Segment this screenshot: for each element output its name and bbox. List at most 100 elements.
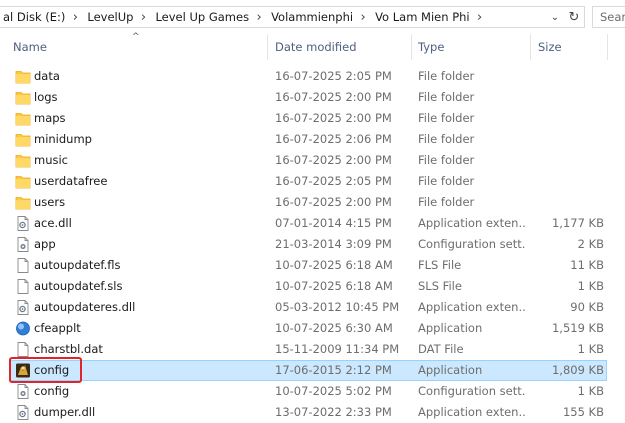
file-size: 1 KB: [577, 342, 604, 356]
file-row[interactable]: users 16-07-2025 2:00 PM File folder: [0, 192, 625, 213]
file-row[interactable]: dumper.dll 13-07-2022 2:33 PM Application …: [0, 402, 625, 423]
file-type: Application: [418, 363, 483, 377]
file-name: users: [34, 195, 66, 209]
file-row[interactable]: maps 16-07-2025 2:00 PM File folder: [0, 108, 625, 129]
file-type: Application exten...: [418, 216, 525, 230]
file-type: Application: [418, 321, 483, 335]
file-name: ace.dll: [34, 216, 72, 230]
refresh-icon[interactable]: ↻: [564, 7, 584, 27]
file-type: File folder: [418, 90, 475, 104]
breadcrumb-separator-icon[interactable]: ›: [251, 10, 267, 25]
file-date-modified: 16-07-2025 2:06 PM: [275, 132, 392, 146]
file-date-modified: 16-07-2025 2:00 PM: [275, 111, 392, 125]
config-file-icon: [15, 383, 31, 400]
column-divider[interactable]: [530, 34, 531, 60]
breadcrumb-volammienphi[interactable]: Volammienphi: [267, 10, 355, 24]
file-row-selected[interactable]: config 17-06-2015 2:12 PM Application 1,809…: [0, 360, 625, 381]
file-date-modified: 16-07-2025 2:00 PM: [275, 195, 392, 209]
address-bar-row: al Disk (E:) › LevelUp › Level Up Games …: [0, 0, 625, 34]
file-row[interactable]: ace.dll 07-01-2014 4:15 PM Application ext…: [0, 213, 625, 234]
column-header-date[interactable]: Date modified: [275, 34, 357, 60]
config-file-icon: [15, 236, 31, 253]
breadcrumb-separator-icon[interactable]: ›: [355, 10, 371, 25]
address-history-dropdown-icon[interactable]: ⌄: [546, 7, 564, 27]
file-date-modified: 05-03-2012 10:45 PM: [275, 300, 400, 314]
file-type: File folder: [418, 111, 475, 125]
folder-icon: [15, 173, 31, 190]
folder-icon: [15, 89, 31, 106]
file-size: 1,177 KB: [551, 216, 604, 230]
column-header-size[interactable]: Size: [538, 34, 562, 60]
file-date-modified: 10-07-2025 6:18 AM: [275, 279, 393, 293]
column-header-type[interactable]: Type: [418, 34, 444, 60]
file-date-modified: 16-07-2025 2:00 PM: [275, 153, 392, 167]
file-date-modified: 07-01-2014 4:15 PM: [275, 216, 392, 230]
folder-icon: [15, 68, 31, 85]
file-row[interactable]: music 16-07-2025 2:00 PM File folder: [0, 150, 625, 171]
file-list: data 16-07-2025 2:05 PM File folder logs 16-…: [0, 66, 625, 423]
folder-icon: [15, 110, 31, 127]
file-date-modified: 13-07-2022 2:33 PM: [275, 405, 392, 419]
file-date-modified: 21-03-2014 3:09 PM: [275, 237, 392, 251]
file-name: autoupdateres.dll: [34, 300, 136, 314]
file-size: 1 KB: [577, 384, 604, 398]
file-row[interactable]: autoupdateres.dll 05-03-2012 10:45 PM Appl…: [0, 297, 625, 318]
column-divider[interactable]: [411, 34, 412, 60]
file-name: data: [34, 69, 60, 83]
dll-file-icon: [15, 404, 31, 421]
annotation-highlight-box: [9, 357, 82, 383]
folder-icon: [15, 194, 31, 211]
file-type: File folder: [418, 174, 475, 188]
breadcrumb-separator-icon[interactable]: ›: [67, 10, 83, 25]
breadcrumb-level-up-games[interactable]: Level Up Games: [151, 10, 251, 24]
column-divider[interactable]: [267, 34, 268, 60]
file-name: autoupdatef.fls: [34, 258, 121, 272]
file-date-modified: 16-07-2025 2:05 PM: [275, 69, 392, 83]
blank-file-icon: [15, 278, 31, 295]
file-date-modified: 16-07-2025 2:05 PM: [275, 174, 392, 188]
file-type: DAT File: [418, 342, 464, 356]
file-name: cfeapplt: [34, 321, 81, 335]
file-type: Configuration sett...: [418, 237, 525, 251]
address-bar[interactable]: al Disk (E:) › LevelUp › Level Up Games …: [0, 6, 585, 28]
file-name: minidump: [34, 132, 92, 146]
file-type: File folder: [418, 132, 475, 146]
breadcrumb-drive[interactable]: al Disk (E:): [0, 10, 67, 24]
file-row[interactable]: userdatafree 16-07-2025 2:05 PM File folde…: [0, 171, 625, 192]
file-date-modified: 16-07-2025 2:00 PM: [275, 90, 392, 104]
column-divider[interactable]: [607, 34, 608, 60]
file-type: Application exten...: [418, 300, 525, 314]
breadcrumb-separator-icon[interactable]: ›: [472, 10, 488, 25]
file-type: Configuration sett...: [418, 384, 525, 398]
folder-icon: [15, 131, 31, 148]
file-name: userdatafree: [34, 174, 108, 188]
sort-ascending-icon: ^: [132, 32, 140, 42]
file-type: File folder: [418, 69, 475, 83]
breadcrumb-vo-lam-mien-phi[interactable]: Vo Lam Mien Phi: [371, 10, 472, 24]
file-row[interactable]: autoupdatef.sls 10-07-2025 6:18 AM SLS Fil…: [0, 276, 625, 297]
blank-file-icon: [15, 257, 31, 274]
file-name: dumper.dll: [34, 405, 96, 419]
file-type: FLS File: [418, 258, 462, 272]
file-row[interactable]: config 10-07-2025 5:02 PM Configuration se…: [0, 381, 625, 402]
file-name: autoupdatef.sls: [34, 279, 123, 293]
file-row[interactable]: cfeapplt 10-07-2025 6:30 AM Application 1,5…: [0, 318, 625, 339]
file-name: app: [34, 237, 56, 251]
file-name: music: [34, 153, 69, 167]
breadcrumb-levelup[interactable]: LevelUp: [83, 10, 135, 24]
breadcrumb-separator-icon[interactable]: ›: [135, 10, 151, 25]
file-name: maps: [34, 111, 66, 125]
file-row[interactable]: autoupdatef.fls 10-07-2025 6:18 AM FLS Fil…: [0, 255, 625, 276]
column-header-name[interactable]: Name: [13, 34, 47, 60]
file-row[interactable]: charstbl.dat 15-11-2009 11:34 PM DAT File 1…: [0, 339, 625, 360]
file-type: SLS File: [418, 279, 462, 293]
file-size: 155 KB: [562, 405, 604, 419]
file-size: 1,809 KB: [551, 363, 604, 377]
file-row[interactable]: data 16-07-2025 2:05 PM File folder: [0, 66, 625, 87]
folder-icon: [15, 152, 31, 169]
file-row[interactable]: minidump 16-07-2025 2:06 PM File folder: [0, 129, 625, 150]
file-size: 1,519 KB: [551, 321, 604, 335]
search-input[interactable]: Sear: [592, 6, 625, 28]
file-row[interactable]: logs 16-07-2025 2:00 PM File folder: [0, 87, 625, 108]
file-row[interactable]: app 21-03-2014 3:09 PM Configuration sett.…: [0, 234, 625, 255]
